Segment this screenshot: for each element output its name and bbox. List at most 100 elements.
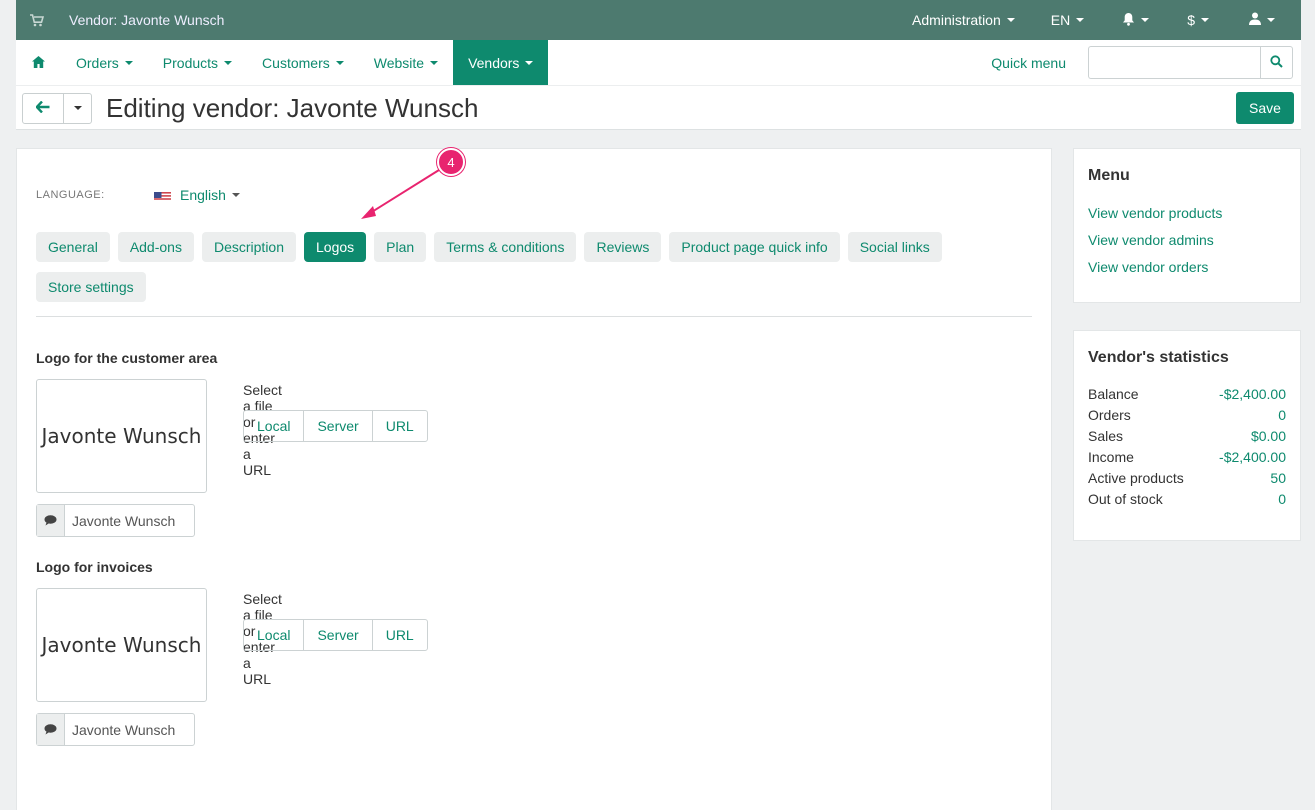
chevron-down-icon bbox=[124, 60, 133, 65]
stat-row: Income -$2,400.00 bbox=[1088, 449, 1286, 466]
url-button[interactable]: URL bbox=[373, 620, 427, 650]
language-label: LANGUAGE: bbox=[36, 189, 105, 201]
back-button-group bbox=[22, 92, 92, 124]
stat-row: Sales $0.00 bbox=[1088, 428, 1286, 445]
stat-value[interactable]: -$2,400.00 bbox=[1219, 449, 1286, 466]
tab-general[interactable]: General bbox=[36, 232, 110, 262]
stat-row: Out of stock 0 bbox=[1088, 491, 1286, 508]
bell-icon bbox=[1122, 12, 1135, 29]
nav-website[interactable]: Website bbox=[359, 40, 453, 85]
tab-social-links[interactable]: Social links bbox=[847, 232, 942, 262]
vendor-statistics: Vendor's statistics Balance -$2,400.00 Or… bbox=[1073, 330, 1301, 541]
stat-label: Active products bbox=[1088, 470, 1184, 486]
stat-row: Balance -$2,400.00 bbox=[1088, 386, 1286, 403]
search-button[interactable] bbox=[1260, 46, 1293, 79]
currency-symbol: $ bbox=[1187, 12, 1195, 28]
tab-terms-conditions[interactable]: Terms & conditions bbox=[434, 232, 577, 262]
logo-preview: Javonte Wunsch bbox=[36, 379, 207, 493]
language-selector[interactable]: English bbox=[154, 187, 240, 203]
chevron-down-icon bbox=[231, 193, 240, 197]
tab-add-ons[interactable]: Add-ons bbox=[117, 232, 194, 262]
view-vendor-products-link[interactable]: View vendor products bbox=[1088, 205, 1286, 221]
stat-row: Active products 50 bbox=[1088, 470, 1286, 487]
tab-description[interactable]: Description bbox=[201, 232, 296, 262]
invoice-logo-section: Logo for invoices Javonte Wunsch Javonte… bbox=[36, 559, 428, 746]
alt-text-field[interactable]: Javonte Wunsch bbox=[36, 504, 195, 537]
alt-text-value: Javonte Wunsch bbox=[72, 512, 176, 529]
administration-label: Administration bbox=[912, 12, 1001, 28]
chevron-down-icon bbox=[1076, 18, 1085, 22]
arrow-left-icon bbox=[35, 100, 50, 116]
us-flag-icon bbox=[154, 190, 171, 201]
cart-icon[interactable] bbox=[30, 13, 52, 27]
local-button[interactable]: Local bbox=[244, 620, 305, 650]
header-panel: Orders Products Customers Website Vendor… bbox=[16, 40, 1301, 130]
stat-label: Sales bbox=[1088, 428, 1124, 444]
tab-product-page-quick-info[interactable]: Product page quick info bbox=[669, 232, 840, 262]
file-source-buttons: Local Server URL bbox=[243, 410, 428, 442]
server-button[interactable]: Server bbox=[304, 411, 373, 441]
language-selected: English bbox=[180, 187, 226, 203]
user-menu[interactable] bbox=[1231, 0, 1301, 40]
nav-orders-label: Orders bbox=[76, 54, 119, 71]
stat-label: Income bbox=[1088, 449, 1134, 465]
nav-products[interactable]: Products bbox=[148, 40, 247, 85]
save-button[interactable]: Save bbox=[1236, 92, 1294, 124]
nav-products-label: Products bbox=[162, 54, 219, 71]
stat-value[interactable]: 50 bbox=[1270, 470, 1286, 487]
main-content: LANGUAGE: English General Add-ons Descri… bbox=[16, 148, 1052, 810]
divider bbox=[36, 316, 1032, 317]
url-button[interactable]: URL bbox=[373, 411, 427, 441]
chevron-down-icon bbox=[224, 60, 233, 65]
stat-label: Out of stock bbox=[1088, 491, 1163, 507]
search-icon bbox=[1270, 54, 1283, 71]
nav-website-label: Website bbox=[373, 54, 425, 71]
chevron-down-icon bbox=[1141, 18, 1150, 22]
tab-reviews[interactable]: Reviews bbox=[584, 232, 662, 262]
server-button[interactable]: Server bbox=[304, 620, 373, 650]
view-vendor-orders-link[interactable]: View vendor orders bbox=[1088, 259, 1286, 275]
back-dropdown-toggle[interactable] bbox=[64, 94, 91, 123]
language-row: LANGUAGE: English bbox=[36, 187, 240, 203]
nav-vendors[interactable]: Vendors bbox=[453, 40, 549, 85]
store-title[interactable]: Vendor: Javonte Wunsch bbox=[69, 12, 224, 28]
menu-title: Menu bbox=[1088, 167, 1130, 184]
quick-menu-link[interactable]: Quick menu bbox=[976, 40, 1088, 85]
stat-value[interactable]: -$2,400.00 bbox=[1219, 386, 1286, 403]
title-row: Editing vendor: Javonte Wunsch Save bbox=[16, 86, 1301, 130]
chevron-down-icon bbox=[1201, 18, 1209, 22]
section-title: Logo for the customer area bbox=[36, 350, 218, 366]
logo-preview: Javonte Wunsch bbox=[36, 588, 207, 702]
notifications-menu[interactable] bbox=[1106, 0, 1165, 40]
sidebar-menu: Menu View vendor products View vendor ad… bbox=[1073, 148, 1301, 303]
top-admin-bar: Vendor: Javonte Wunsch Administration EN… bbox=[16, 0, 1301, 40]
stat-value[interactable]: 0 bbox=[1278, 407, 1286, 424]
search-input[interactable] bbox=[1088, 46, 1260, 79]
tab-logos[interactable]: Logos bbox=[304, 232, 367, 262]
chevron-down-icon bbox=[1006, 18, 1015, 22]
language-menu[interactable]: EN bbox=[1029, 0, 1106, 40]
search-bar bbox=[1088, 40, 1293, 85]
customer-logo-section: Logo for the customer area Javonte Wunsc… bbox=[36, 350, 428, 537]
currency-menu[interactable]: $ bbox=[1165, 0, 1231, 40]
tab-store-settings[interactable]: Store settings bbox=[36, 272, 146, 302]
chevron-down-icon bbox=[525, 60, 534, 65]
view-vendor-admins-link[interactable]: View vendor admins bbox=[1088, 232, 1286, 248]
stat-value[interactable]: 0 bbox=[1278, 491, 1286, 508]
nav-vendors-label: Vendors bbox=[468, 54, 520, 71]
stat-label: Orders bbox=[1088, 407, 1131, 423]
tab-plan[interactable]: Plan bbox=[374, 232, 427, 262]
language-code: EN bbox=[1050, 12, 1071, 28]
home-icon bbox=[32, 55, 45, 71]
local-button[interactable]: Local bbox=[244, 411, 305, 441]
home-nav-button[interactable] bbox=[16, 40, 61, 85]
alt-text-field[interactable]: Javonte Wunsch bbox=[36, 713, 195, 746]
nav-customers-label: Customers bbox=[262, 54, 330, 71]
back-button[interactable] bbox=[23, 93, 64, 123]
stat-value[interactable]: $0.00 bbox=[1251, 428, 1286, 445]
nav-orders[interactable]: Orders bbox=[61, 40, 148, 85]
file-source-buttons: Local Server URL bbox=[243, 619, 428, 651]
annotation-arrow-icon bbox=[361, 169, 440, 219]
nav-customers[interactable]: Customers bbox=[247, 40, 359, 85]
administration-menu[interactable]: Administration bbox=[898, 0, 1029, 40]
